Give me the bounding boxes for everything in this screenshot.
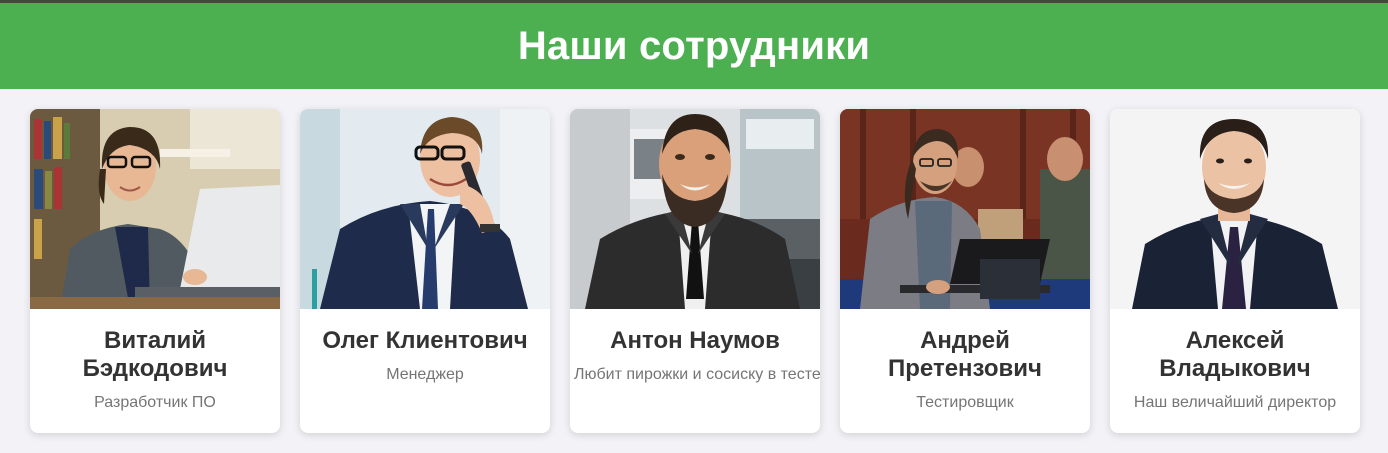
- employee-name: Антон Наумов: [610, 327, 780, 354]
- employee-name: Виталий Бэдкодович: [82, 327, 228, 382]
- employee-grid: Виталий Бэдкодович Разработчик ПО Олег К…: [30, 109, 1360, 433]
- developer-with-laptop-photo: [30, 109, 280, 309]
- employee-name: Алексей Владыкович: [1159, 327, 1311, 382]
- bearded-man-in-suit-photo: [570, 109, 820, 309]
- director-portrait-photo: [1110, 109, 1360, 309]
- employee-role: Тестировщик: [916, 394, 1014, 411]
- employee-role: Любит пирожки и сосиску в тесте: [574, 366, 820, 383]
- page-title: Наши сотрудники: [517, 23, 871, 68]
- employee-card: Антон Наумов Любит пирожки и сосиску в т…: [570, 109, 820, 433]
- employee-name: Андрей Претензович: [888, 327, 1042, 382]
- employee-card: Олег Клиентович Менеджер: [300, 109, 550, 433]
- employee-role: Наш величайший директор: [1133, 394, 1337, 411]
- page-header: Наши сотрудники: [0, 3, 1388, 89]
- employee-card: Виталий Бэдкодович Разработчик ПО: [30, 109, 280, 433]
- employee-name: Олег Клиентович: [322, 327, 528, 354]
- employee-card: Андрей Претензович Тестировщик: [840, 109, 1090, 433]
- employee-card: Алексей Владыкович Наш величайший директ…: [1110, 109, 1360, 433]
- employee-role: Разработчик ПО: [94, 394, 216, 411]
- manager-on-phone-photo: [300, 109, 550, 309]
- tester-at-laptop-photo: [840, 109, 1090, 309]
- employee-role: Менеджер: [386, 366, 464, 383]
